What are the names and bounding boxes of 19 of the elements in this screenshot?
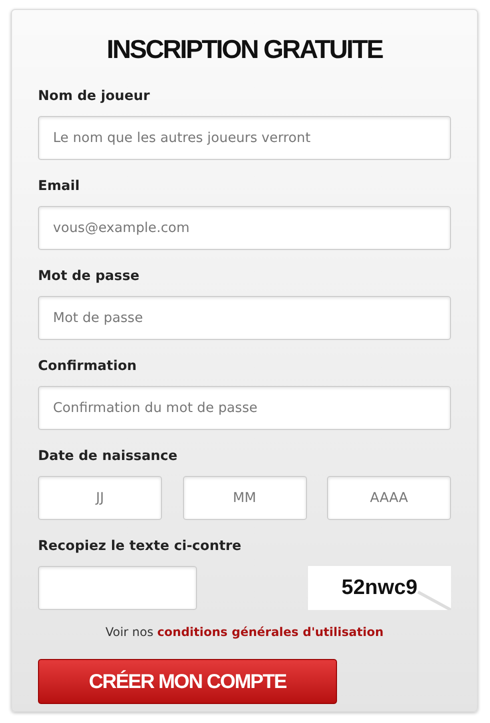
input-field[interactable]: Le nom que les autres joueurs verront: [38, 116, 451, 160]
date-field[interactable]: MM: [182, 476, 306, 520]
form-title: INSCRIPTION GRATUITE: [106, 33, 384, 66]
input-field[interactable]: Confirmation du mot de passe: [38, 386, 451, 430]
captcha-image: 52nwc9: [308, 566, 451, 610]
input-field[interactable]: Mot de passe: [38, 296, 451, 340]
field-label: Recopiez le texte ci-contre: [38, 537, 242, 556]
date-field[interactable]: AAAA: [327, 476, 451, 520]
terms-link[interactable]: conditions générales d'utilisation: [157, 625, 384, 639]
field-label: Date de naissance: [38, 447, 178, 466]
create-account-button[interactable]: CRÉER MON COMPTE: [38, 659, 337, 704]
captcha-field[interactable]: [38, 566, 197, 610]
input-field[interactable]: vous@example.com: [38, 206, 451, 250]
field-label: Confirmation: [38, 357, 137, 376]
field-label: Email: [38, 177, 80, 196]
terms-text: Voir nos conditions générales d'utilisation: [104, 624, 385, 641]
field-label: Mot de passe: [38, 267, 140, 286]
date-field[interactable]: JJ: [38, 476, 162, 520]
field-label: Nom de joueur: [38, 87, 150, 106]
